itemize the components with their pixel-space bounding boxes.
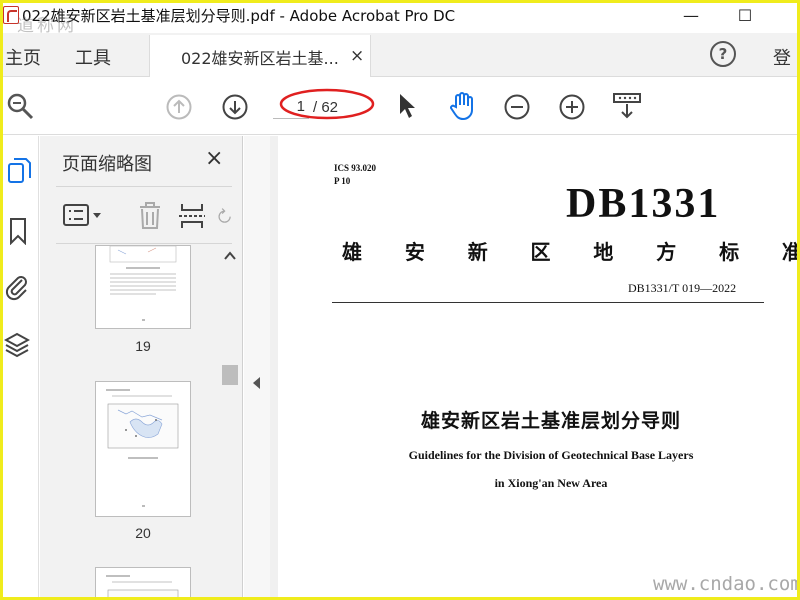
login-button[interactable]: 登 bbox=[773, 44, 791, 70]
scrollbar-thumb[interactable] bbox=[222, 365, 238, 385]
toolbar: / 62 bbox=[3, 77, 797, 135]
tabs-bar: 主页 工具 022雄安新区岩土基... × ? 登 bbox=[3, 33, 797, 78]
attachment-icon[interactable] bbox=[3, 271, 31, 303]
ics-number: ICS 93.020 bbox=[334, 163, 377, 173]
search-zoom-icon[interactable] bbox=[5, 91, 35, 121]
red-annotation-ellipse bbox=[279, 88, 375, 120]
panel-title: 页面缩略图 bbox=[62, 154, 152, 175]
panel-collapse-strip[interactable] bbox=[244, 136, 270, 597]
bookmark-icon[interactable] bbox=[5, 216, 31, 246]
close-panel-button[interactable]: × bbox=[205, 146, 223, 171]
next-page-icon[interactable] bbox=[221, 93, 249, 121]
thumbnails-list: 19 20 bbox=[40, 245, 243, 597]
zoom-out-icon[interactable] bbox=[503, 93, 531, 121]
document-tab-label: 022雄安新区岩土基... bbox=[181, 48, 339, 68]
standard-type-char: 安 bbox=[404, 240, 425, 264]
thumbnails-scrollbar[interactable] bbox=[220, 245, 240, 597]
p-number: P 10 bbox=[334, 176, 351, 186]
left-navigation-rail bbox=[3, 136, 39, 597]
watermark-bottom: www.cndao.com bbox=[653, 573, 797, 595]
standard-type-char: 新 bbox=[467, 240, 488, 264]
thumbnails-panel: 页面缩略图 × 19 20 bbox=[40, 136, 243, 597]
panel-toolbar bbox=[56, 186, 232, 244]
standard-type-char: 准 bbox=[781, 240, 797, 264]
tab-document[interactable]: 022雄安新区岩土基... × bbox=[149, 35, 371, 78]
standard-number: DB1331/T 019—2022 bbox=[628, 281, 737, 295]
acrobat-pdf-icon bbox=[3, 6, 19, 24]
minimize-button[interactable]: — bbox=[671, 3, 711, 27]
document-title-cn: 雄安新区岩土基准层划分导则 bbox=[420, 410, 681, 432]
acrobat-window: 022雄安新区岩土基准层划分导则.pdf - Adobe Acrobat Pro… bbox=[3, 3, 797, 597]
options-menu-icon[interactable] bbox=[62, 201, 106, 229]
tab-home[interactable]: 主页 bbox=[5, 44, 41, 70]
collapse-arrow-icon[interactable] bbox=[252, 376, 262, 390]
header-rule bbox=[332, 302, 764, 303]
help-icon[interactable]: ? bbox=[710, 41, 736, 67]
scroll-mode-icon[interactable] bbox=[611, 91, 643, 121]
rotate-page-icon[interactable] bbox=[216, 201, 232, 231]
standard-type: 雄 安 新 区 地 方 标 准 bbox=[342, 236, 797, 265]
page-thumbnails-icon[interactable] bbox=[5, 156, 33, 186]
thumbnail-page-20[interactable] bbox=[95, 381, 191, 517]
extract-page-icon[interactable] bbox=[178, 201, 206, 231]
standard-type-char: 地 bbox=[593, 240, 614, 264]
select-cursor-icon[interactable] bbox=[395, 91, 419, 121]
standard-type-char: 雄 bbox=[342, 240, 362, 264]
ics-code: ICS 93.020 P 10 bbox=[334, 162, 376, 188]
document-title-en-line1: Guidelines for the Division of Geotechni… bbox=[408, 448, 694, 462]
tab-tools[interactable]: 工具 bbox=[75, 44, 111, 70]
thumbnail-page-21[interactable] bbox=[95, 567, 191, 597]
zoom-in-icon[interactable] bbox=[558, 93, 586, 121]
standard-type-char: 方 bbox=[656, 240, 677, 264]
thumbnail-label-19: 19 bbox=[135, 338, 151, 354]
standard-type-char: 标 bbox=[719, 240, 740, 264]
window-title: 022雄安新区岩土基准层划分导则.pdf - Adobe Acrobat Pro… bbox=[22, 6, 456, 25]
pdf-page: ICS 93.020 P 10 DB1331 雄 安 新 区 地 方 标 准 D… bbox=[278, 136, 797, 597]
title-bar: 022雄安新区岩土基准层划分导则.pdf - Adobe Acrobat Pro… bbox=[3, 3, 797, 27]
layers-icon[interactable] bbox=[3, 329, 31, 361]
document-title-en-line2: in Xiong'an New Area bbox=[494, 476, 608, 490]
close-tab-button[interactable]: × bbox=[350, 46, 364, 66]
previous-page-icon[interactable] bbox=[165, 93, 193, 121]
scroll-up-arrow-icon[interactable] bbox=[224, 251, 236, 261]
hand-tool-icon[interactable] bbox=[447, 90, 479, 122]
standard-code: DB1331 bbox=[566, 181, 721, 227]
maximize-button[interactable]: ☐ bbox=[725, 3, 765, 27]
delete-page-icon[interactable] bbox=[136, 201, 164, 231]
standard-type-char: 区 bbox=[530, 240, 551, 264]
document-view: ICS 93.020 P 10 DB1331 雄 安 新 区 地 方 标 准 D… bbox=[270, 136, 797, 597]
thumbnail-page-19[interactable] bbox=[95, 245, 191, 329]
thumbnail-label-20: 20 bbox=[135, 525, 151, 541]
